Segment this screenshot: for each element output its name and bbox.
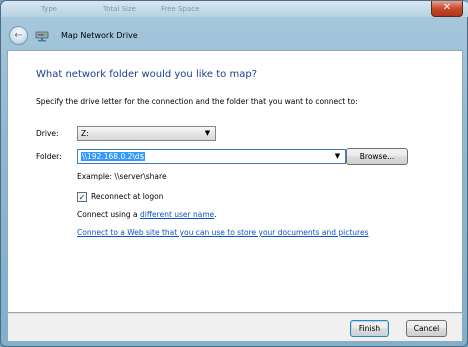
drive-select[interactable]: Z: ▼ — [77, 126, 216, 141]
finish-button[interactable]: Finish — [350, 320, 389, 337]
reconnect-label[interactable]: Reconnect at logon — [91, 192, 163, 201]
browse-button[interactable]: Browse... — [346, 148, 408, 165]
web-site-link[interactable]: Connect to a Web site that you can use t… — [77, 228, 369, 237]
connect-using-suffix: . — [214, 210, 217, 219]
title-bar: ← Map Network Drive — [6, 23, 464, 49]
background-column-free-space: Free Space — [161, 5, 200, 13]
network-drive-icon — [35, 31, 49, 42]
reconnect-checkbox[interactable]: ✓ — [77, 192, 87, 202]
background-column-type: Type — [41, 5, 58, 13]
cancel-button[interactable]: Cancel — [406, 320, 447, 337]
folder-label: Folder: — [36, 152, 62, 161]
different-user-link[interactable]: different user name — [140, 210, 214, 219]
background-window-header: Type Total Size Free Space — [1, 1, 468, 17]
connect-using-prefix: Connect using a — [77, 210, 141, 219]
back-arrow-icon[interactable]: ← — [9, 26, 28, 45]
dialog-content: What network folder would you like to ma… — [7, 50, 463, 313]
background-column-total-size: Total Size — [103, 5, 136, 13]
close-button[interactable]: ✕ — [431, 1, 463, 17]
connect-using-text: Connect using a different user name. — [77, 210, 217, 219]
chevron-down-icon[interactable]: ▼ — [332, 151, 343, 162]
example-text: Example: \\server\share — [77, 172, 167, 181]
chevron-down-icon[interactable]: ▼ — [202, 128, 213, 139]
folder-value: \\192.168.0.2\d$ — [81, 152, 146, 161]
instruction-text: Specify the drive letter for the connect… — [36, 97, 358, 106]
drive-value: Z: — [81, 129, 89, 138]
window-title: Map Network Drive — [61, 31, 138, 40]
folder-input[interactable]: \\192.168.0.2\d$ ▼ — [77, 149, 346, 164]
drive-label: Drive: — [36, 129, 59, 138]
dialog-footer: Finish Cancel — [7, 313, 463, 342]
page-heading: What network folder would you like to ma… — [36, 69, 258, 80]
window-frame: Type Total Size Free Space ✕ ← Map Netwo… — [0, 0, 468, 347]
